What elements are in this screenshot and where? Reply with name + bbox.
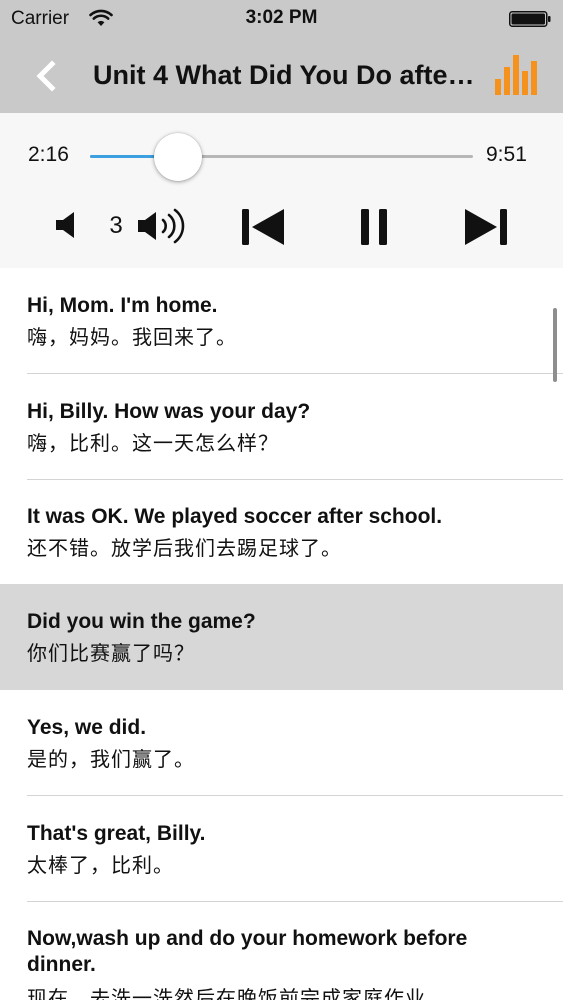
sentence-chinese: 太棒了，比利。 (27, 853, 174, 877)
list-item[interactable]: That's great, Billy. 太棒了，比利。 (0, 796, 563, 902)
sentence-chinese: 嗨，妈妈。我回来了。 (27, 325, 237, 349)
sentence-english: It was OK. We played soccer after school… (27, 505, 443, 528)
back-button[interactable] (30, 58, 62, 94)
scroll-indicator[interactable] (553, 308, 557, 382)
sentence-english: Hi, Billy. How was your day? (27, 400, 311, 423)
elapsed-time: 2:16 (28, 143, 69, 166)
list-item[interactable]: Hi, Billy. How was your day? 嗨，比利。这一天怎么样… (0, 374, 563, 480)
volume-level: 3 (109, 212, 123, 239)
sentence-english: Yes, we did. (27, 716, 147, 739)
sentence-english: Did you win the game? (27, 610, 256, 633)
sentence-chinese: 现在，去洗一洗然后在晚饭前完成家庭作业 (27, 986, 426, 1000)
status-bar: Carrier 3:02 PM (0, 0, 563, 38)
total-time: 9:51 (486, 143, 527, 166)
chevron-left-icon (36, 60, 56, 92)
sentence-chinese: 还不错。放学后我们去踢足球了。 (27, 536, 342, 560)
sentence-chinese: 是的，我们赢了。 (27, 747, 195, 771)
pause-icon[interactable] (358, 207, 390, 247)
header: Carrier 3:02 PM Unit 4 What Did You Do a… (0, 0, 563, 113)
equalizer-icon[interactable] (493, 53, 539, 97)
sentence-english: That's great, Billy. (27, 822, 206, 845)
sentence-english: Hi, Mom. I'm home. (27, 294, 218, 317)
list-item[interactable]: Yes, we did. 是的，我们赢了。 (0, 690, 563, 796)
sentence-english: Now,wash up and do your homework before … (27, 927, 468, 976)
sentence-chinese: 嗨，比利。这一天怎么样？ (27, 431, 279, 455)
list-item[interactable]: Now,wash up and do your homework before … (0, 901, 563, 1000)
list-item[interactable]: It was OK. We played soccer after school… (0, 479, 563, 585)
next-track-icon[interactable] (463, 207, 509, 247)
page-title: Unit 4 What Did You Do after School (93, 60, 485, 90)
list-item[interactable]: Hi, Mom. I'm home. 嗨，妈妈。我回来了。 (0, 268, 563, 374)
audio-player: 2:16 9:51 3 (0, 113, 563, 268)
status-time: 3:02 PM (245, 7, 318, 28)
progress-thumb[interactable] (154, 133, 203, 181)
sentence-chinese: 你们比赛赢了吗？ (27, 641, 195, 665)
navigation-bar: Unit 4 What Did You Do after School (0, 38, 563, 113)
transcript-list[interactable]: Hi, Mom. I'm home. 嗨，妈妈。我回来了。 Hi, Billy.… (0, 268, 563, 1000)
volume-up-icon[interactable] (136, 207, 190, 245)
previous-track-icon[interactable] (240, 207, 286, 247)
progress-slider[interactable] (90, 133, 473, 181)
battery-icon (509, 11, 551, 27)
volume-down-icon[interactable] (54, 209, 80, 241)
list-item[interactable]: Did you win the game? 你们比赛赢了吗？ (0, 584, 563, 690)
